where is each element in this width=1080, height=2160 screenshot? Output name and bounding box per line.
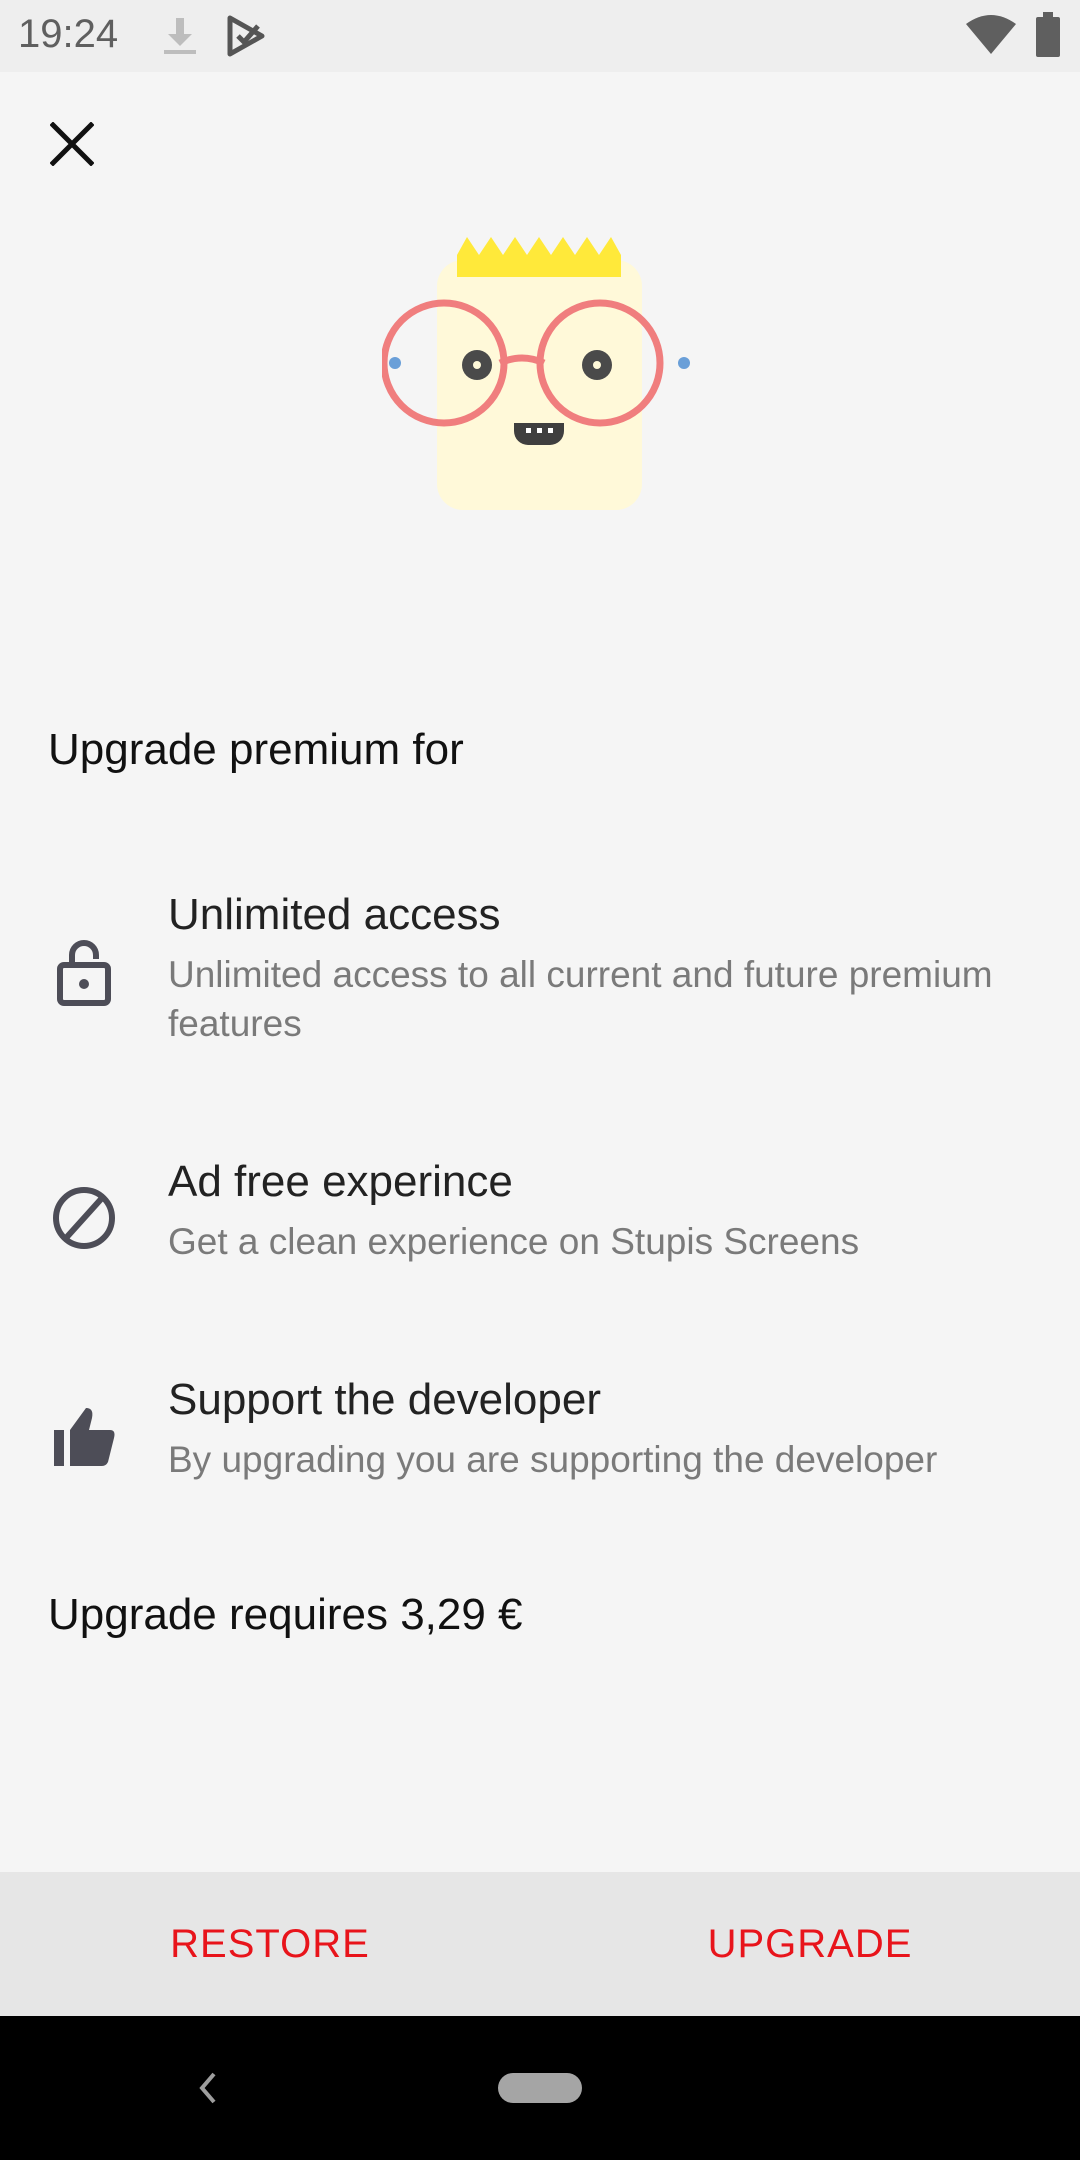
battery-icon [1036,12,1060,57]
section-title: Upgrade premium for [48,725,464,774]
feature-description: Unlimited access to all current and futu… [168,954,993,1044]
upgrade-button[interactable]: UPGRADE [540,1872,1080,2016]
feature-description: By upgrading you are supporting the deve… [168,1439,938,1480]
action-bar: RESTORE UPGRADE [0,1872,1080,2016]
feature-description: Get a clean experience on Stupis Screens [168,1221,860,1262]
close-button[interactable] [36,108,108,180]
back-icon[interactable] [190,2066,226,2110]
navigation-bar [0,2016,1080,2160]
feature-title: Unlimited access [168,890,501,939]
close-icon [50,122,94,166]
restore-button[interactable]: RESTORE [0,1872,540,2016]
home-pill-icon[interactable] [498,2073,582,2103]
feature-title: Support the developer [168,1375,601,1424]
lock-open-icon [57,940,111,1006]
play-store-check-icon [227,15,265,57]
feature-ad-free: Ad free experince Get a clean experience… [0,1152,1080,1282]
feature-unlimited-access: Unlimited access Unlimited access to all… [0,885,1080,1055]
thumbs-up-icon [54,1408,115,1466]
mascot-illustration [382,237,690,510]
price-text: Upgrade requires 3,29 € [48,1590,523,1639]
status-bar: 19:24 [0,0,1080,72]
feature-support-developer: Support the developer By upgrading you a… [0,1370,1080,1500]
block-icon [53,1187,115,1249]
feature-title: Ad free experince [168,1157,513,1206]
wifi-icon [966,15,1016,54]
download-icon [164,18,196,54]
status-time: 19:24 [18,12,119,56]
